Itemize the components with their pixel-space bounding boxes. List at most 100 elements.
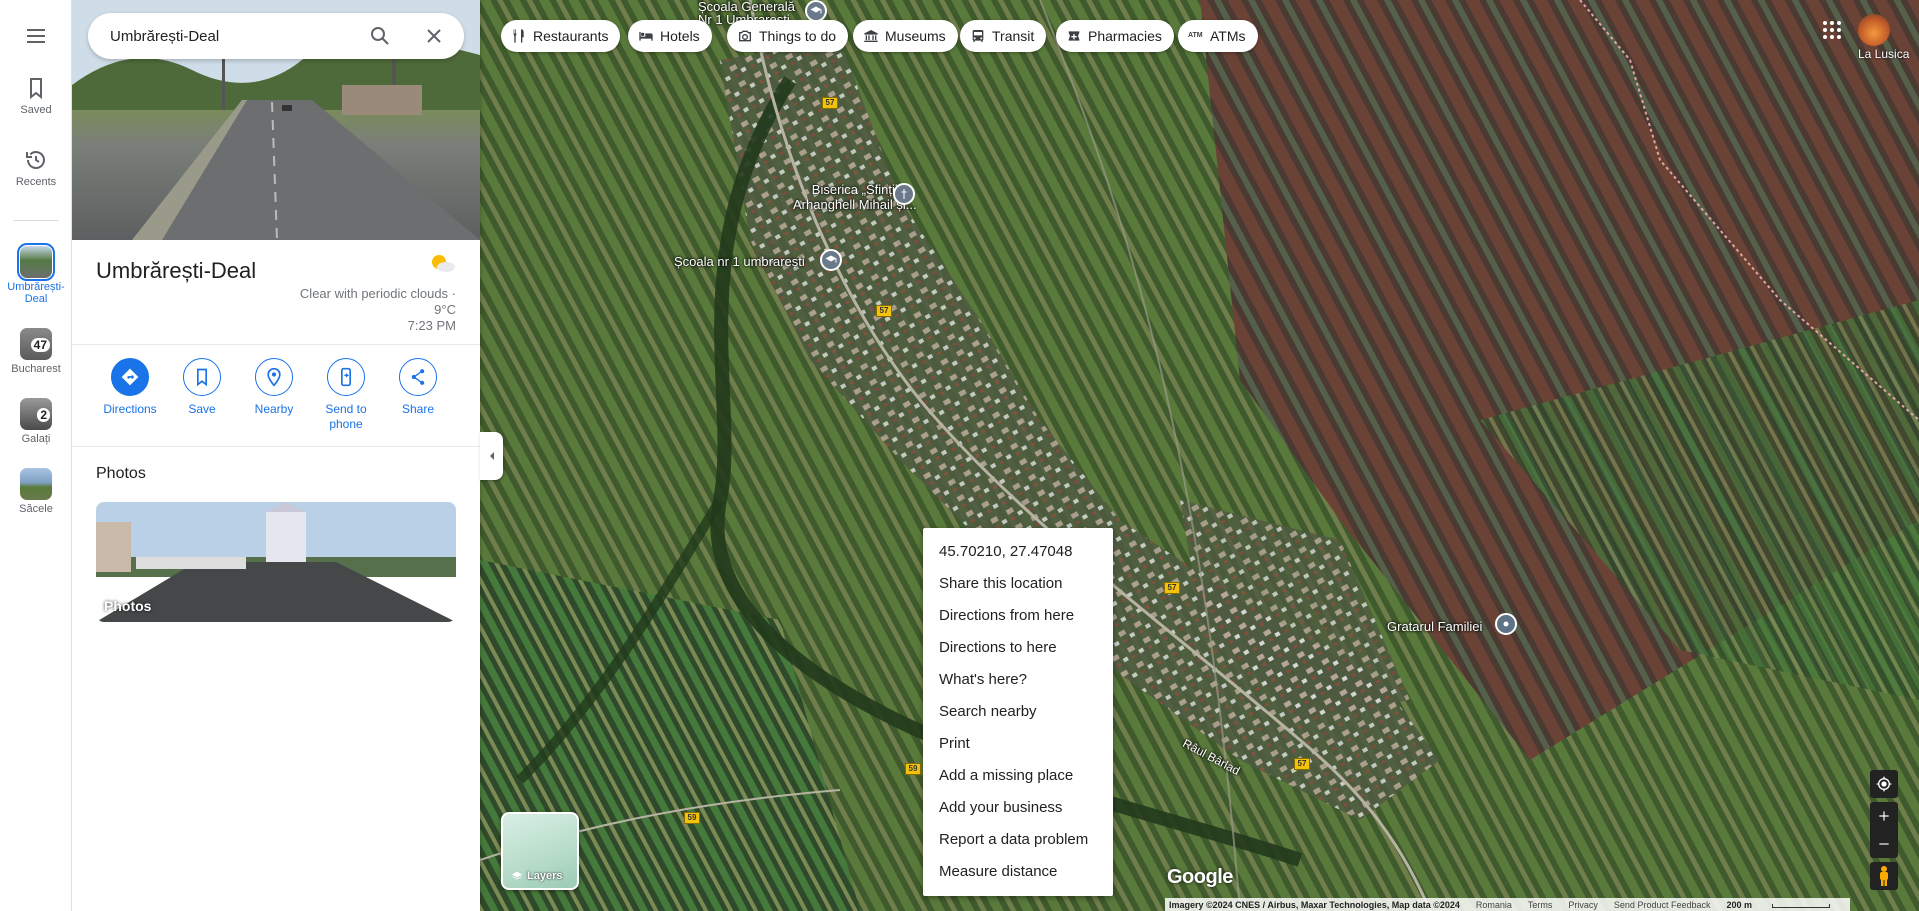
ctx-add-missing-place[interactable]: Add a missing place [923,760,1113,792]
chip-pharmacies[interactable]: Pharmacies [1056,20,1174,52]
scale-label[interactable]: 200 m [1726,900,1846,910]
chip-atms[interactable]: ATM ATMs [1178,20,1258,52]
hamburger-menu-icon [27,29,45,43]
bookmark-icon [197,368,207,387]
pharmacy-icon [1068,31,1080,41]
chip-transit[interactable]: Transit [960,20,1047,52]
menu-button[interactable] [0,24,72,52]
camera-icon [739,30,751,42]
road-shield-59: 59 [905,763,921,775]
ctx-share-location[interactable]: Share this location [923,568,1113,600]
museum-icon [864,30,878,42]
search-box [88,13,464,59]
rail-place-bucharest[interactable]: 47 Bucharest [0,328,72,375]
chip-hotels[interactable]: Hotels [628,20,712,52]
search-input[interactable] [110,24,360,48]
my-location-button[interactable] [1870,770,1898,798]
imagery-credit: Imagery ©2024 CNES / Airbus, Maxar Techn… [1169,899,1460,910]
map-label-restaurant[interactable]: Gratarul Familiei [1387,619,1482,634]
share-button[interactable]: Share [382,356,454,417]
place-thumbnail: 2 [20,398,52,430]
chevron-left-icon [489,452,494,460]
partly-cloudy-icon [432,255,455,272]
atm-icon: ATM [1188,32,1203,39]
plus-icon [1879,811,1889,821]
bed-icon [639,32,653,41]
phone-icon [341,367,351,387]
save-button[interactable]: Save [166,356,238,417]
ctx-directions-to[interactable]: Directions to here [923,632,1113,664]
pegman-icon [1880,866,1888,886]
directions-button[interactable]: Directions [94,356,166,417]
layers-icon [512,871,522,880]
place-title: Umbrărești-Deal [96,258,257,283]
fork-knife-icon [513,29,524,43]
privacy-link[interactable]: Privacy [1568,900,1598,910]
school-poi-icon[interactable] [805,0,827,22]
directions-icon [121,368,139,386]
ctx-coordinates[interactable]: 45.70210, 27.47048 [923,536,1113,568]
saved-button[interactable]: Saved [0,76,72,116]
ctx-search-nearby[interactable]: Search nearby [923,696,1113,728]
rail-place-umbraresti-deal[interactable]: Umbrărești-Deal [0,243,72,305]
ctx-report-problem[interactable]: Report a data problem [923,824,1113,856]
country-link[interactable]: Romania [1476,900,1512,910]
ctx-print[interactable]: Print [923,728,1113,760]
left-rail: Saved Recents Umbrărești-Deal 47 Buchare… [0,0,72,911]
chip-things-to-do[interactable]: Things to do [727,20,849,52]
share-icon [411,369,425,385]
send-to-phone-button[interactable]: Send to phone [310,356,382,432]
account-avatar[interactable] [1858,14,1890,46]
restaurant-poi-icon[interactable] [1495,613,1517,635]
map-canvas[interactable] [480,0,1919,911]
road-shield-59: 59 [684,812,700,824]
divider [72,344,480,345]
chip-restaurants[interactable]: Restaurants [501,20,621,52]
google-apps-icon[interactable] [1820,18,1844,42]
zoom-in-button[interactable] [1870,802,1898,830]
ctx-directions-from[interactable]: Directions from here [923,600,1113,632]
place-panel: Umbrărești-Deal Clear with periodic clou… [72,0,480,911]
nearby-pin-icon [267,367,281,387]
scale-bar [1772,903,1831,908]
photos-heading: Photos [96,465,146,482]
rail-place-sacele[interactable]: Săcele [0,468,72,515]
weather-time: 7:23 PM [407,318,456,333]
rail-divider [14,220,58,221]
recents-button[interactable]: Recents [0,148,72,188]
collapse-panel-button[interactable] [480,432,503,480]
map-label-school-mid[interactable]: Școala nr 1 umbrarești [674,254,805,269]
context-menu: 45.70210, 27.47048 Share this location D… [923,528,1113,896]
satellite-imagery [480,0,1919,911]
ctx-add-business[interactable]: Add your business [923,792,1113,824]
place-thumbnail [17,243,55,281]
photos-card[interactable]: Photos [96,502,456,622]
photos-card-label: Photos [104,598,152,614]
road-shield-57: 57 [822,97,838,109]
road-shield-57: 57 [1294,758,1310,770]
history-icon [26,151,45,169]
crosshair-icon [1876,776,1892,792]
rail-place-galati[interactable]: 2 Galați [0,398,72,445]
terms-link[interactable]: Terms [1528,900,1553,910]
road-shield-57: 57 [876,305,892,317]
layers-button[interactable]: Layers [501,812,579,890]
bus-icon [972,30,984,42]
chip-museums[interactable]: Museums [853,20,958,52]
nearby-button[interactable]: Nearby [238,356,310,417]
search-icon[interactable] [368,24,392,48]
weather-info: Clear with periodic clouds · 9°C 7:23 PM [296,252,456,334]
zoom-out-button[interactable] [1870,830,1898,858]
close-icon[interactable] [422,24,446,48]
place-thumbnail [20,468,52,500]
church-poi-icon[interactable] [893,183,915,205]
school-poi-icon[interactable] [820,249,842,271]
place-thumbnail: 47 [20,328,52,360]
road-shield-57: 57 [1164,582,1180,594]
minus-icon [1879,843,1889,845]
weather-condition: Clear with periodic clouds · 9°C [299,286,456,317]
ctx-whats-here[interactable]: What's here? [923,664,1113,696]
street-view-pegman[interactable] [1870,862,1898,890]
feedback-link[interactable]: Send Product Feedback [1614,900,1711,910]
ctx-measure-distance[interactable]: Measure distance [923,856,1113,888]
